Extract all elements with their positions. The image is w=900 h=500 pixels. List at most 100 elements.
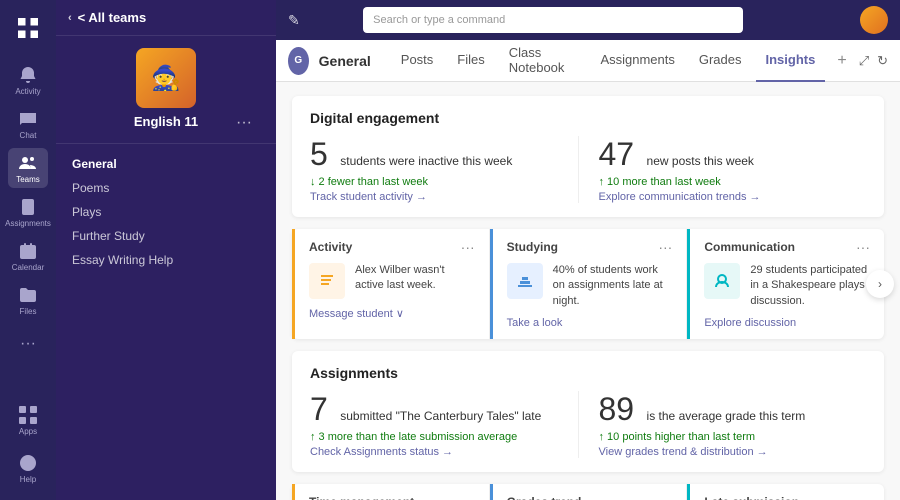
activity-card-studying: Studying ··· 40% of students work on ass…: [490, 229, 688, 339]
team-card: 🧙 English 11 ···: [56, 36, 276, 144]
sidebar-item-help-label: Help: [20, 475, 36, 484]
tab-insights[interactable]: Insights: [756, 40, 826, 82]
communication-card-body: 29 students participated in a Shakespear…: [704, 263, 870, 309]
channel-item-plays[interactable]: Plays: [56, 200, 276, 224]
communication-trends-link[interactable]: Explore communication trends →: [599, 191, 847, 203]
grade-sub: ↑ 10 points higher than last term: [599, 431, 847, 443]
search-placeholder: Search or type a command: [373, 14, 505, 26]
late-desc: submitted "The Canterbury Tales" late: [340, 409, 541, 423]
channel-name: General: [319, 53, 371, 69]
svg-text:?: ?: [25, 459, 31, 470]
user-avatar[interactable]: [860, 6, 888, 34]
communication-card-title: Communication: [704, 240, 795, 254]
track-activity-link[interactable]: Track student activity →: [310, 191, 558, 203]
sidebar-item-apps-label: Apps: [19, 427, 37, 436]
edit-icon[interactable]: ✎: [288, 12, 300, 29]
late-sub: ↑ 3 more than the late submission averag…: [310, 431, 558, 443]
digital-engagement-title: Digital engagement: [310, 110, 866, 126]
channel-item-essay-writing[interactable]: Essay Writing Help: [56, 248, 276, 272]
late-submission-card-menu[interactable]: ···: [856, 494, 870, 500]
sidebar-item-more[interactable]: ···: [8, 324, 48, 364]
tab-files[interactable]: Files: [447, 40, 494, 82]
sidebar-item-apps[interactable]: Apps: [8, 400, 48, 440]
engagement-item-posts: 47 new posts this week ↑ 10 more than la…: [578, 136, 867, 203]
posts-number: 47: [599, 136, 635, 172]
sidebar-item-activity[interactable]: Activity: [8, 60, 48, 100]
sidebar-item-calendar[interactable]: Calendar: [8, 236, 48, 276]
grade-number: 89: [599, 391, 635, 427]
expand-icon[interactable]: ⤢: [859, 53, 869, 69]
narrow-sidebar: Activity Chat Teams Assignments Calendar…: [0, 0, 56, 500]
grid-icon[interactable]: [8, 8, 48, 48]
inactive-desc: students were inactive this week: [340, 154, 512, 168]
communication-card-header: Communication ···: [704, 239, 870, 255]
teams-panel: ‹ < All teams 🧙 English 11 ··· General P…: [56, 0, 276, 500]
tab-posts[interactable]: Posts: [391, 40, 444, 82]
tab-class-notebook[interactable]: Class Notebook: [499, 40, 587, 82]
channel-item-poems[interactable]: Poems: [56, 176, 276, 200]
channel-tabs: G General Posts Files Class Notebook Ass…: [276, 40, 900, 82]
digital-engagement-card: Digital engagement 5 students were inact…: [292, 96, 884, 217]
team-card-row: English 11 ···: [68, 114, 264, 131]
sidebar-item-help[interactable]: ? Help: [8, 448, 48, 488]
channels-list: General Poems Plays Further Study Essay …: [56, 144, 276, 500]
main-content: ✎ Search or type a command G General Pos…: [276, 0, 900, 500]
sidebar-item-assignments-label: Assignments: [5, 219, 51, 228]
assignment-item-late: 7 submitted "The Canterbury Tales" late …: [310, 391, 578, 458]
search-bar[interactable]: Search or type a command: [363, 7, 743, 33]
view-grades-link[interactable]: View grades trend & distribution →: [599, 446, 847, 458]
sidebar-bottom-icons: Apps ? Help: [8, 400, 48, 492]
late-number: 7: [310, 391, 328, 427]
activity-card-footer[interactable]: Message student ∨: [309, 307, 475, 320]
studying-card-footer[interactable]: Take a look: [507, 317, 673, 329]
check-assignments-link[interactable]: Check Assignments status →: [310, 446, 558, 458]
activity-card-body: Alex Wilber wasn't active last week.: [309, 263, 475, 299]
bottom-cards-row: Time management ··· Ella Taylor hasn't s…: [292, 484, 884, 500]
studying-card-body: 40% of students work on assignments late…: [507, 263, 673, 309]
time-mgmt-card-header: Time management ···: [309, 494, 475, 500]
posts-desc: new posts this week: [647, 154, 754, 168]
activity-cards-row: Activity ··· Alex Wilber wasn't active l…: [292, 229, 884, 339]
channel-icon: G: [288, 47, 309, 75]
grades-trend-card-menu[interactable]: ···: [658, 494, 672, 500]
grade-desc: is the average grade this term: [647, 409, 806, 423]
tab-actions: ⤢ ↻: [859, 53, 888, 69]
refresh-icon[interactable]: ↻: [877, 53, 888, 69]
late-submission-card-header: Late submission ···: [704, 494, 870, 500]
studying-card-text: 40% of students work on assignments late…: [553, 263, 673, 309]
activity-card-menu[interactable]: ···: [461, 239, 475, 255]
back-arrow[interactable]: ‹: [68, 12, 72, 24]
assignments-row: 7 submitted "The Canterbury Tales" late …: [310, 391, 866, 458]
sidebar-item-files[interactable]: Files: [8, 280, 48, 320]
tab-assignments[interactable]: Assignments: [590, 40, 684, 82]
inactive-number: 5: [310, 136, 328, 172]
channel-item-general[interactable]: General: [56, 152, 276, 176]
assignments-title: Assignments: [310, 365, 866, 381]
studying-card-menu[interactable]: ···: [658, 239, 672, 255]
posts-sub: ↑ 10 more than last week: [599, 176, 847, 188]
communication-card-footer[interactable]: Explore discussion: [704, 317, 870, 329]
communication-card-menu[interactable]: ···: [856, 239, 870, 255]
activity-card-communication: Communication ··· 29 students participat…: [687, 229, 884, 339]
sidebar-item-chat[interactable]: Chat: [8, 104, 48, 144]
grades-trend-card-header: Grades trend ···: [507, 494, 673, 500]
sidebar-item-calendar-label: Calendar: [12, 263, 44, 272]
team-avatar: 🧙: [136, 48, 196, 108]
late-submission-card-title: Late submission: [704, 495, 799, 500]
team-menu-button[interactable]: ···: [236, 114, 252, 132]
channel-item-further-study[interactable]: Further Study: [56, 224, 276, 248]
teams-panel-header: ‹ < All teams: [56, 0, 276, 36]
sidebar-item-assignments[interactable]: Assignments: [8, 192, 48, 232]
sidebar-item-teams[interactable]: Teams: [8, 148, 48, 188]
sidebar-item-teams-label: Teams: [16, 175, 40, 184]
activity-cards-next-button[interactable]: ›: [866, 270, 894, 298]
tab-add-button[interactable]: +: [829, 48, 854, 74]
studying-card-title: Studying: [507, 240, 558, 254]
activity-cards-section: Activity ··· Alex Wilber wasn't active l…: [292, 229, 884, 339]
bottom-card-time-mgmt: Time management ··· Ella Taylor hasn't s…: [292, 484, 490, 500]
tab-grades[interactable]: Grades: [689, 40, 752, 82]
time-mgmt-card-menu[interactable]: ···: [461, 494, 475, 500]
content-area: Digital engagement 5 students were inact…: [276, 82, 900, 500]
studying-card-header: Studying ···: [507, 239, 673, 255]
activity-card-activity: Activity ··· Alex Wilber wasn't active l…: [292, 229, 490, 339]
